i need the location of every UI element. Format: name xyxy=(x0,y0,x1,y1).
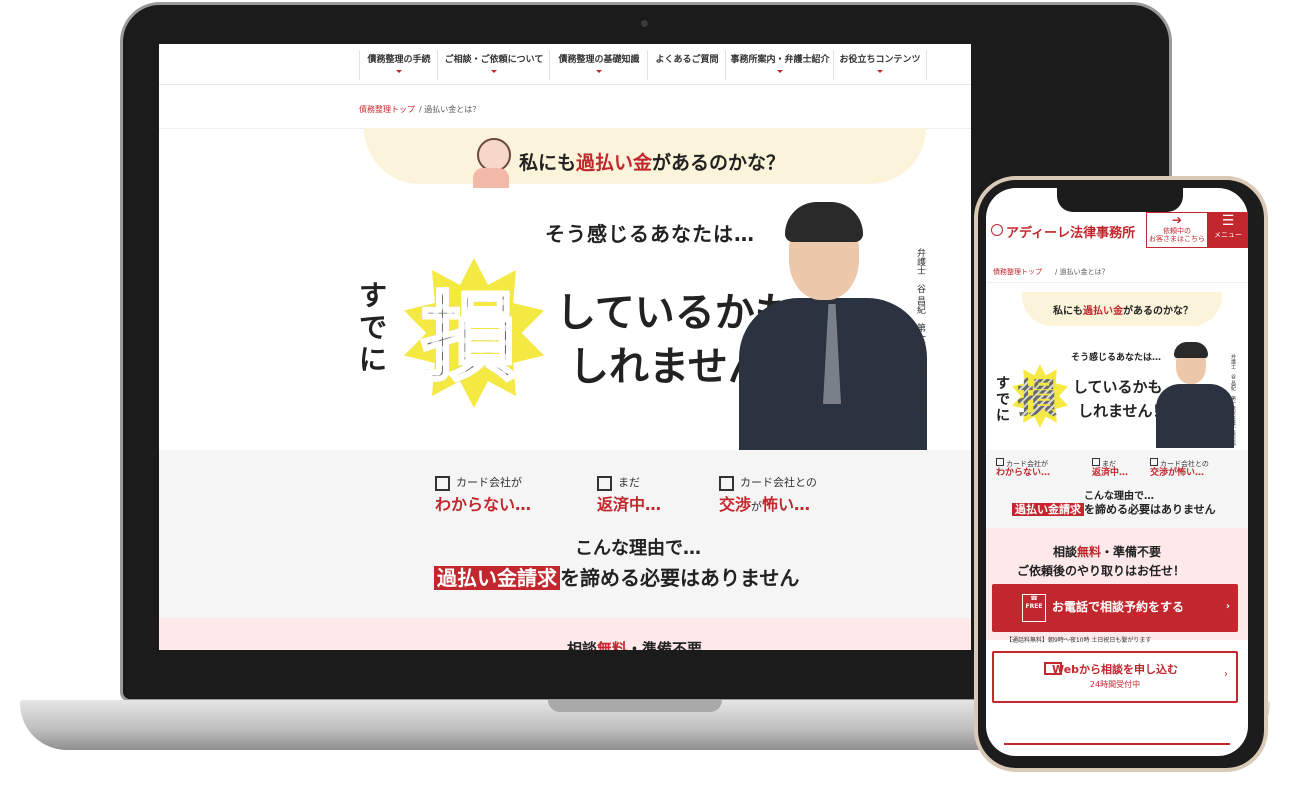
reason-heading: こんな理由で… xyxy=(575,538,701,559)
menu-icon: ☰ xyxy=(1221,213,1235,229)
breadcrumb-home[interactable]: 債務整理トップ xyxy=(359,104,415,115)
checkbox-icon xyxy=(435,475,450,491)
check-item-card-company: カード会社が わからない… xyxy=(435,475,532,514)
m-hero-line2: しれません！ xyxy=(1078,402,1168,420)
reasons-section xyxy=(159,450,971,618)
m-lawyer-hair xyxy=(1174,342,1208,358)
bubble-text: 私にも過払い金があるのかな？ xyxy=(519,152,786,174)
girl-illustration xyxy=(477,138,511,172)
checkbox-icon xyxy=(719,475,734,491)
chevron-right-icon: › xyxy=(1225,601,1230,612)
m-hero-sub: そう感じるあなたは… xyxy=(1071,353,1162,363)
section-rule xyxy=(1004,743,1230,745)
global-nav: 債務整理の手続 ご相談・ご依頼について 債務整理の基礎知識 よくあるご質問 事務… xyxy=(159,44,971,85)
web-consult-button[interactable]: Webから相談を申し込む 24時間受付中 › xyxy=(992,651,1238,703)
claim-heading: 過払い金請求 を諦める必要はありません xyxy=(434,562,799,591)
m-bubble-text: 私にも過払い金があるのかな？ xyxy=(1053,306,1193,317)
menu-button[interactable]: ☰ メニュー xyxy=(1208,212,1248,248)
nav-item-contents[interactable]: お役立ちコンテンツ xyxy=(833,50,927,80)
m-breadcrumb-home[interactable]: 債務整理トップ xyxy=(993,267,1042,277)
laptop-notch xyxy=(548,700,722,712)
site-logo[interactable]: アディーレ法律事務所 xyxy=(1006,222,1135,241)
nav-item-basics[interactable]: 債務整理の基礎知識 xyxy=(549,50,648,80)
m-check-item-card-company: カード会社が わからない… xyxy=(996,458,1051,478)
hero-sub: そう感じるあなたは… xyxy=(545,222,755,246)
tel-note: 【通話料無料】朝9時～夜10時 土日祝日も繋がります xyxy=(1006,637,1152,644)
phone-notch xyxy=(1057,188,1183,212)
login-icon: ➔ xyxy=(1171,213,1183,227)
breadcrumb-current: / 過払い金とは？ xyxy=(419,105,481,114)
phone-free-icon: ☎ FREE xyxy=(1022,594,1046,622)
consult-heading: 相談無料・準備不要 xyxy=(567,640,703,650)
checkbox-icon xyxy=(996,458,1004,466)
girl-illustration-body xyxy=(473,168,509,188)
pc-icon xyxy=(1044,662,1062,675)
m-lawyer-photo xyxy=(1156,384,1234,448)
m-claim-heading: 過払い金請求 を諦める必要はありません xyxy=(1012,501,1216,517)
m-consult-subheading: ご依頼後のやり取りはお任せ！ xyxy=(1017,564,1186,578)
m-hero-son-kanji: 損 xyxy=(1017,366,1057,424)
checkbox-icon xyxy=(1150,458,1158,466)
m-check-item-negotiation: カード会社との 交渉が怖い… xyxy=(1150,458,1209,478)
consult-section xyxy=(159,618,971,650)
lawyer-hair xyxy=(785,202,863,242)
m-hero-line1: しているかも xyxy=(1073,378,1163,396)
m-lawyer-caption: 弁護士 谷 昌紀 第一東京弁護士会所属 xyxy=(1230,354,1236,446)
breadcrumb-bar xyxy=(159,84,971,129)
desktop-screen: 債務整理の手続 ご相談・ご依頼について 債務整理の基礎知識 よくあるご質問 事務… xyxy=(159,44,971,650)
logo-mark xyxy=(991,224,1003,236)
m-check-item-repaying: まだ 返済中… xyxy=(1092,458,1129,478)
divider xyxy=(986,282,1248,283)
chevron-right-icon: › xyxy=(1224,669,1228,680)
nav-item-consultation[interactable]: ご相談・ご依頼について xyxy=(437,50,550,80)
hero-sude: すでに xyxy=(359,279,388,376)
lawyer-caption: 弁護士 谷 昌紀 第一東京弁護士会所属 xyxy=(915,248,925,413)
m-consult-heading: 相談無料・準備不要 xyxy=(1053,545,1162,559)
checkbox-icon xyxy=(1092,458,1100,466)
m-breadcrumb-current: / 過払い金とは？ xyxy=(1055,268,1109,276)
check-item-negotiation: カード会社との 交渉が怖い… xyxy=(719,475,817,514)
nav-item-procedures[interactable]: 債務整理の手続 xyxy=(359,50,438,80)
checkbox-icon xyxy=(597,475,612,491)
nav-item-office[interactable]: 事務所案内・弁護士紹介 xyxy=(725,50,834,80)
m-reason-heading: こんな理由で… xyxy=(1084,491,1154,502)
phone-consult-button[interactable]: ☎ FREE お電話で相談予約をする › xyxy=(992,584,1238,632)
nav-item-faq[interactable]: よくあるご質問 xyxy=(647,50,726,80)
camera-dot xyxy=(641,20,648,27)
hero-son-kanji: 損 xyxy=(420,260,519,399)
client-login-button[interactable]: ➔ 依頼中の お客さまはこちら xyxy=(1146,212,1208,248)
m-hero-sude: すでに xyxy=(996,376,1010,424)
check-item-repaying: まだ 返済中… xyxy=(597,475,662,514)
